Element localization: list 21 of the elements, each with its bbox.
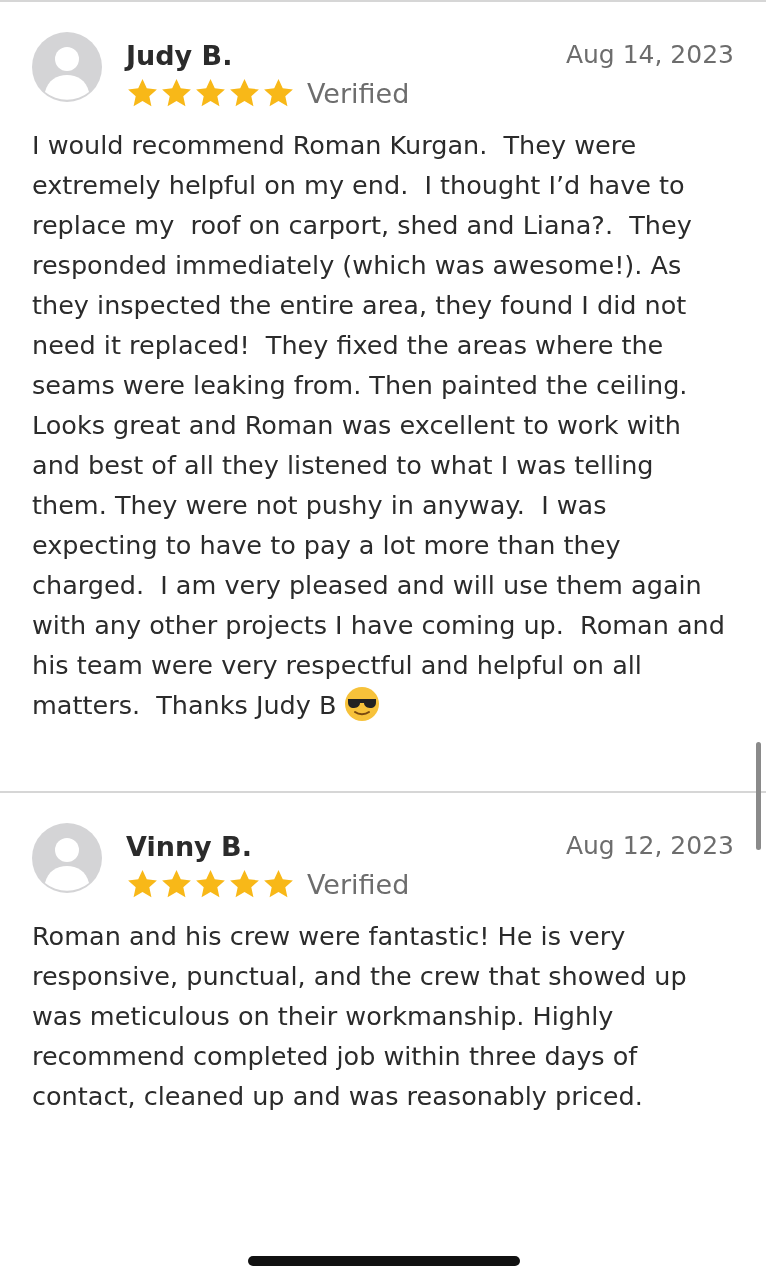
star-icon xyxy=(126,868,159,900)
reviewer-name: Vinny B. xyxy=(126,831,252,862)
verified-label: Verified xyxy=(307,77,410,109)
star-icon xyxy=(228,868,261,900)
avatar-icon xyxy=(32,823,102,893)
star-icon xyxy=(194,77,227,109)
star-icon xyxy=(262,77,295,109)
sunglasses-emoji-icon xyxy=(344,686,381,722)
star-icon xyxy=(262,868,295,900)
star-icon xyxy=(160,868,193,900)
avatar-icon xyxy=(32,32,102,102)
verified-label: Verified xyxy=(307,868,410,900)
review-text: Roman and his crew were fantastic! He is very responsive, punctual, and the crew that showed up was meticulous on their workmanship. Highly recommend completed job within three days of contact, cleaned up and was reasonably priced. xyxy=(32,920,688,1113)
star-icon xyxy=(126,77,159,109)
review-text: I would recommend Roman Kurgan. They were extremely helpful on my end. I thought I’d have to replace my roof on carport, shed and Liana?. They responded immediately (which was awesome!). As they inspected the entire area, they found I did not need it replaced! They fixed the areas where the seams were leaking from. Then painted the ceiling. Looks great and Roman was excellent to work with and best of all they listened to what I was telling them. They were not pushy in anyway. I was expecting to have to pay a lot more than they charged. I am very pleased and will use them again with any other projects I have coming up. Roman and his team were very respectful and helpful on all matters. Thanks Judy B xyxy=(32,129,726,724)
review-date: Aug 12, 2023 xyxy=(565,831,734,860)
reviewer-name: Judy B. xyxy=(126,40,233,71)
star-icon xyxy=(160,77,193,109)
star-icon xyxy=(194,868,227,900)
star-icon xyxy=(228,77,261,109)
review-date: Aug 14, 2023 xyxy=(565,40,734,69)
